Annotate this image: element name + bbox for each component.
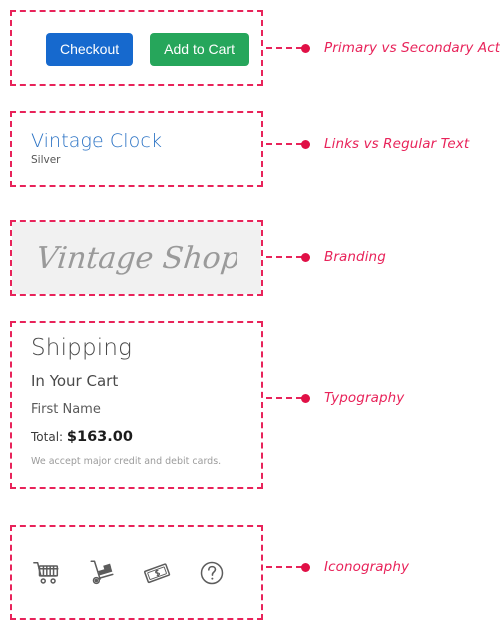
shopping-cart-icon[interactable] (30, 556, 64, 590)
typography-total-line: Total: $163.00 (31, 428, 246, 445)
annotation-connector-line (266, 256, 302, 258)
money-bill-icon[interactable] (140, 556, 174, 590)
annotation-connector-line (266, 397, 302, 399)
typography-fine-print: We accept major credit and debit cards. (31, 455, 222, 467)
annotation-dot (301, 562, 310, 572)
annotation-label-links: Links vs Regular Text (324, 136, 470, 152)
annotation-actions: Primary vs Secondary Actions (266, 40, 500, 56)
annotation-connector-line (266, 566, 302, 568)
annotation-dot (301, 393, 310, 403)
annotation-branding: Branding (266, 249, 386, 265)
total-amount: $163.00 (66, 428, 133, 445)
annotation-label-branding: Branding (324, 249, 386, 265)
typography-heading: Shipping (31, 335, 133, 361)
total-label: Total: (31, 429, 64, 444)
hand-truck-icon[interactable] (85, 556, 119, 590)
annotation-connector-line (266, 47, 302, 49)
annotation-iconography: Iconography (266, 559, 409, 575)
checkout-button[interactable]: Checkout (46, 33, 134, 66)
annotation-connector-line (266, 143, 302, 145)
action-button-row: Checkout Add to Cart (46, 33, 249, 66)
icon-row (30, 556, 229, 590)
question-mark-circle-icon[interactable] (195, 556, 229, 590)
product-variant-text: Silver (31, 154, 61, 166)
annotation-dot (301, 252, 310, 262)
typography-field-label: First Name (31, 401, 101, 417)
annotation-dot (301, 139, 310, 149)
add-to-cart-button[interactable]: Add to Cart (150, 33, 249, 66)
annotation-typography: Typography (266, 390, 404, 406)
product-title-link[interactable]: Vintage Clock (31, 130, 162, 152)
annotation-dot (301, 43, 310, 53)
annotation-label-actions: Primary vs Secondary Actions (324, 40, 500, 56)
branding-sample-box (10, 220, 263, 296)
annotation-label-iconography: Iconography (324, 559, 410, 575)
typography-subheading: In Your Cart (31, 372, 119, 391)
annotation-links: Links vs Regular Text (266, 136, 469, 152)
typography-stack: Shipping In Your Cart First Name Total: … (31, 336, 246, 467)
annotation-label-typography: Typography (324, 390, 405, 406)
